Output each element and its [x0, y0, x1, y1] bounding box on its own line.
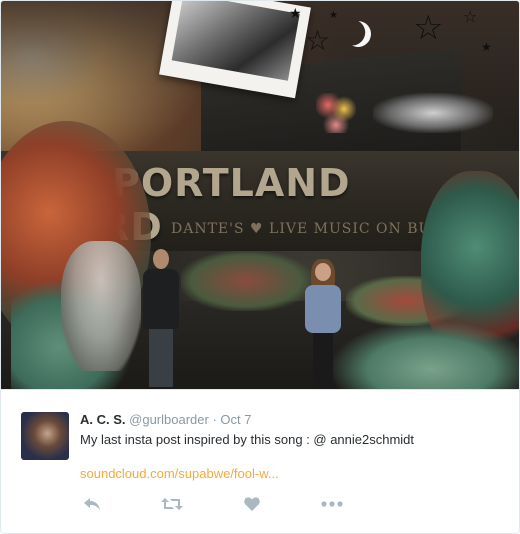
reply-icon	[84, 498, 100, 510]
person-figure	[301, 259, 345, 389]
more-button[interactable]	[320, 494, 344, 514]
more-icon	[321, 501, 343, 507]
tweet-card: EEP PORTLAND WEIRD DANTE'S ♥ LIVE MUSIC …	[0, 0, 520, 534]
heart-icon	[244, 497, 260, 511]
flowers-overlay	[316, 93, 356, 133]
like-button[interactable]	[240, 494, 264, 514]
tweet-text: My last insta post inspired by this song…	[80, 432, 415, 447]
dantes-subsign: DANTE'S ♥ LIVE MUSIC ON BU	[171, 221, 432, 237]
star-icon: ★	[289, 6, 302, 22]
user-name[interactable]: A. C. S.	[80, 412, 126, 427]
soundcloud-link[interactable]: soundcloud.com/supabwe/fool-w...	[80, 466, 279, 481]
flower-bush	[181, 251, 311, 311]
star-icon: ☆	[463, 7, 478, 26]
avatar[interactable]	[21, 412, 69, 460]
reply-button[interactable]	[80, 494, 104, 514]
crowd-overlay	[373, 93, 493, 133]
user-handle[interactable]: @gurlboarder	[129, 412, 209, 427]
retweet-icon	[161, 498, 183, 510]
portrait-overlay	[61, 241, 141, 371]
star-icon: ☆	[305, 24, 331, 57]
tweet-media-image[interactable]: EEP PORTLAND WEIRD DANTE'S ♥ LIVE MUSIC …	[1, 1, 519, 389]
star-icon: ★	[329, 10, 338, 21]
tweet-body: A. C. S. @gurlboarder · Oct 7 My last in…	[1, 389, 519, 533]
tweet-actions	[80, 494, 380, 514]
tweet-date[interactable]: Oct 7	[220, 412, 251, 427]
person-figure	[141, 249, 181, 389]
retweet-button[interactable]	[160, 494, 184, 514]
tweet-header: A. C. S. @gurlboarder · Oct 7	[80, 412, 252, 427]
star-icon: ☆	[413, 8, 444, 48]
star-icon: ★	[481, 40, 492, 54]
leaf-overlay-bottom	[331, 321, 519, 389]
polaroid-picture	[171, 1, 300, 81]
separator-dot: ·	[212, 412, 217, 427]
